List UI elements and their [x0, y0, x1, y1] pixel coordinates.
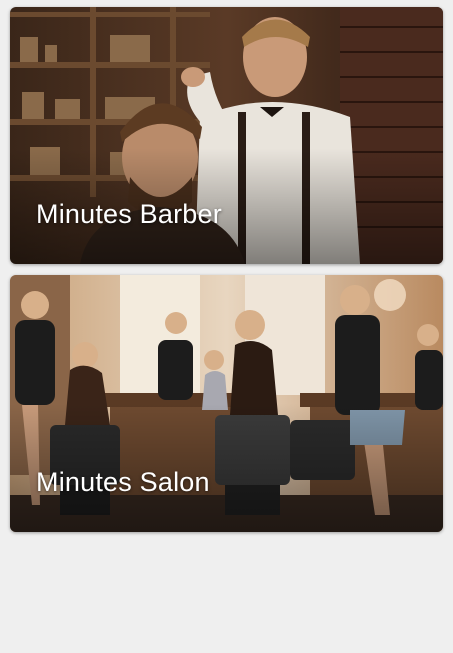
salon-card-title: Minutes Salon — [36, 467, 210, 497]
salon-card[interactable]: Minutes Salon — [10, 275, 443, 532]
category-screen: Minutes Barber Minutes Salon — [0, 0, 453, 653]
barber-card-title: Minutes Barber — [36, 199, 222, 229]
barber-card[interactable]: Minutes Barber — [10, 7, 443, 264]
